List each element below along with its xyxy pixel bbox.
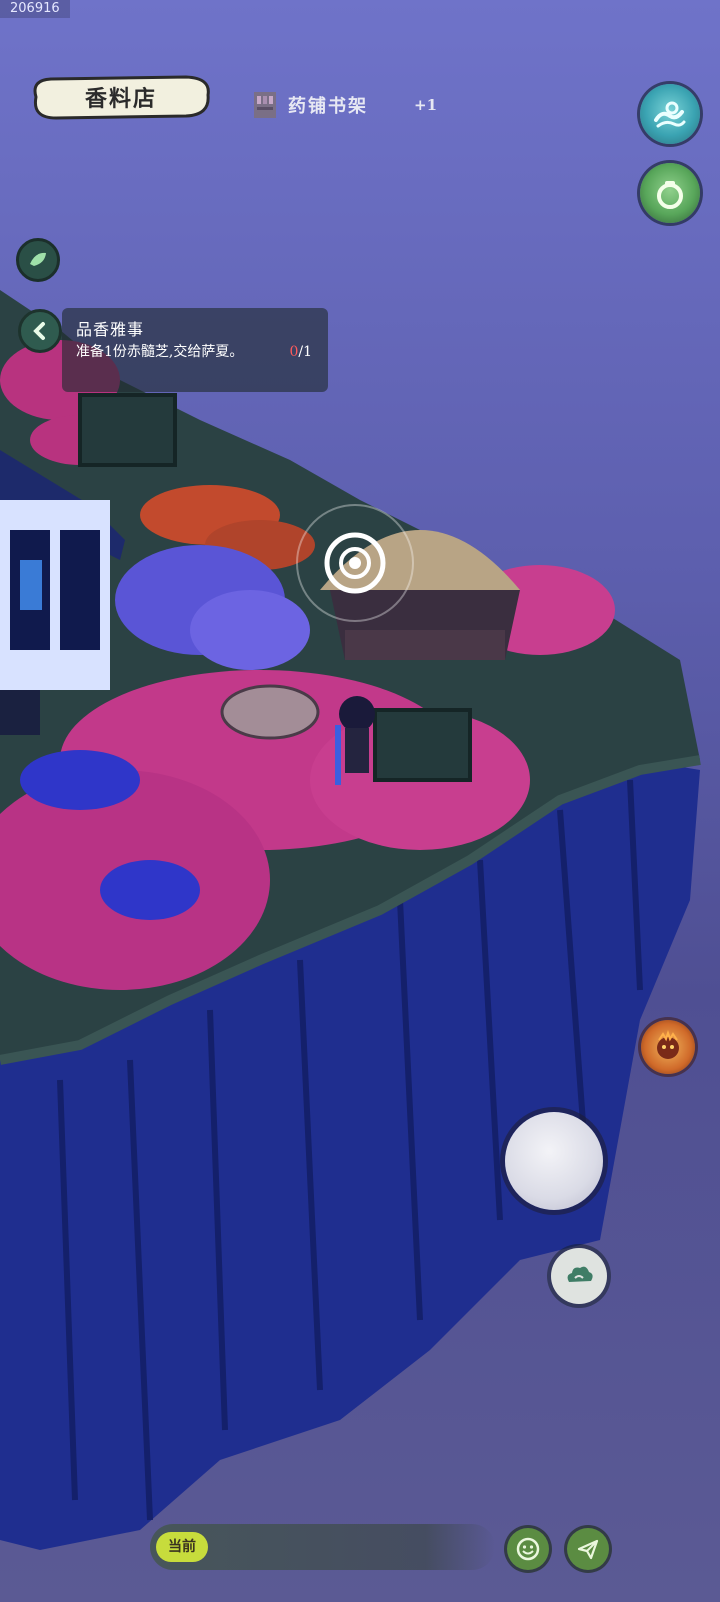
emoji-icon <box>516 1537 540 1561</box>
back-arrow-icon <box>33 322 45 340</box>
quest-progress: 0/1 <box>289 344 312 360</box>
location-name: 香料店 <box>84 86 157 112</box>
emoji-button[interactable] <box>507 1528 549 1570</box>
game-scene[interactable] <box>0 0 720 1602</box>
water-wave-icon <box>654 101 686 128</box>
pot-icon <box>657 181 683 209</box>
id-label: 206916 <box>0 0 70 18</box>
spirit-button[interactable] <box>641 1020 695 1074</box>
action-joystick[interactable] <box>505 1112 603 1210</box>
quest-title: 品香雅事 <box>76 320 145 339</box>
stone-table <box>220 684 320 740</box>
bookshelf-icon <box>254 92 276 118</box>
cloud-button[interactable] <box>551 1248 607 1304</box>
quest-progress-total: /1 <box>298 344 312 360</box>
pot-button[interactable] <box>640 163 700 223</box>
quest-collapse-button[interactable] <box>18 309 62 353</box>
spirit-icon <box>657 1029 679 1059</box>
cloud-icon <box>567 1266 593 1282</box>
leaf-icon <box>30 252 46 266</box>
toast-item-name: 药铺书架 <box>288 96 368 117</box>
toast-item-count: +1 <box>414 96 438 114</box>
quest-panel[interactable]: 品香雅事 准备1份赤髓芝,交给萨夏。 0/1 <box>62 308 328 392</box>
quest-description: 准备1份赤髓芝,交给萨夏。 <box>76 344 244 360</box>
location-banner: 香料店 <box>26 70 216 124</box>
leaf-button[interactable] <box>16 238 60 282</box>
player-character <box>335 696 375 785</box>
chat-channel-tag[interactable]: 当前 <box>156 1532 208 1562</box>
water-button[interactable] <box>640 84 700 144</box>
item-toast: 药铺书架 +1 <box>252 88 437 122</box>
send-icon <box>577 1539 599 1560</box>
send-button[interactable] <box>567 1528 609 1570</box>
